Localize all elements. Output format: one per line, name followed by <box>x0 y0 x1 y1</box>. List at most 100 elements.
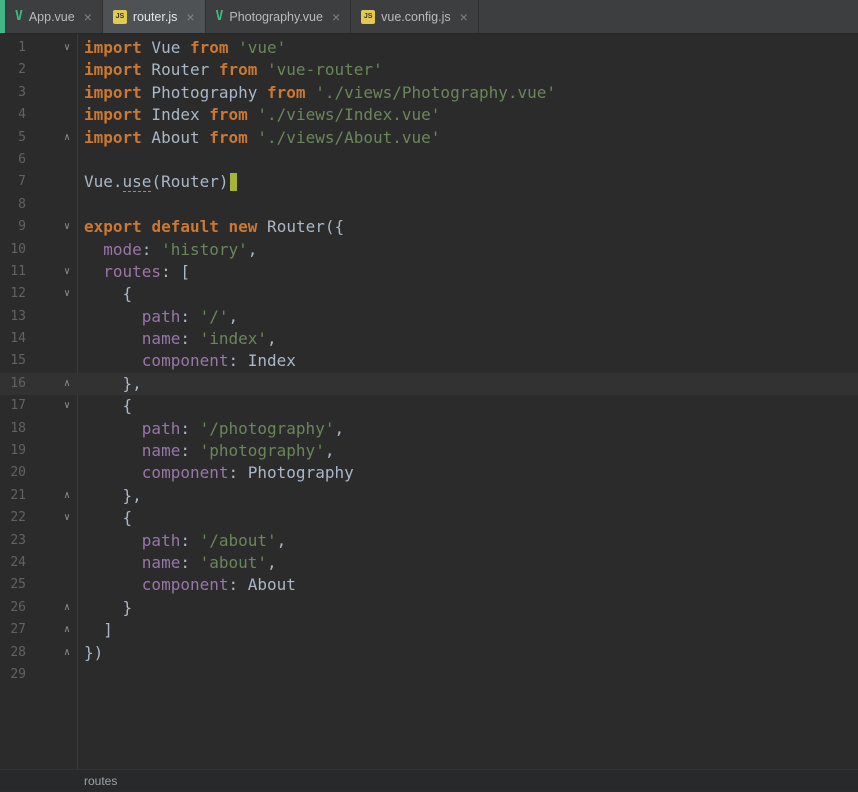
tab-photography-vue[interactable]: V Photography.vue × <box>206 0 352 33</box>
code-text: { <box>78 395 133 417</box>
fold-down-icon[interactable]: ∨ <box>61 43 73 53</box>
token: component <box>141 575 229 595</box>
fold-down-icon[interactable]: ∨ <box>61 222 73 232</box>
code-line[interactable]: 3 import Photography from './views/Photog… <box>0 82 858 104</box>
gutter-cell: 9 ∨ <box>0 216 78 238</box>
token: component <box>141 463 229 483</box>
gutter-cell: 7 <box>0 171 78 193</box>
tab-app-vue[interactable]: V App.vue × <box>5 0 103 33</box>
code-line[interactable]: 12 ∨ { <box>0 283 858 305</box>
code-line[interactable]: 13 path: '/', <box>0 306 858 328</box>
token: : Photography <box>228 463 354 483</box>
code-line[interactable]: 4 import Index from './views/Index.vue' <box>0 104 858 126</box>
code-line[interactable]: 11 ∨ routes: [ <box>0 261 858 283</box>
code-line[interactable]: 2 import Router from 'vue-router' <box>0 59 858 81</box>
code-line[interactable]: 24 name: 'about', <box>0 552 858 574</box>
token: import <box>84 60 142 80</box>
editor[interactable]: 1 ∨ import Vue from 'vue' 2 import Router fr… <box>0 34 858 769</box>
line-number: 28 <box>10 644 26 660</box>
code-line[interactable]: 18 path: '/photography', <box>0 418 858 440</box>
code-line[interactable]: 8 <box>0 194 858 216</box>
fold-up-icon[interactable]: ∧ <box>61 491 73 501</box>
code-line[interactable]: 17 ∨ { <box>0 395 858 417</box>
fold-down-icon[interactable]: ∨ <box>61 267 73 277</box>
line-number: 20 <box>10 465 26 481</box>
fold-up-icon[interactable]: ∧ <box>61 647 73 658</box>
code-line[interactable]: 1 ∨ import Vue from 'vue' <box>0 37 858 59</box>
token: import <box>84 105 142 125</box>
gutter-cell: 12 ∨ <box>0 283 78 305</box>
code-line[interactable]: 29 <box>0 664 858 686</box>
token: default <box>151 217 219 237</box>
token: , <box>334 418 345 438</box>
code-text: import Router from 'vue-router' <box>78 59 383 81</box>
line-number: 23 <box>10 532 26 548</box>
code-line[interactable]: 7 Vue.use(Router) <box>0 171 858 193</box>
breadcrumb-item[interactable]: routes <box>84 774 117 788</box>
vue-file-icon: V <box>215 9 224 24</box>
close-icon[interactable]: × <box>84 10 92 24</box>
code-line[interactable]: 23 path: '/about', <box>0 530 858 552</box>
tab-router-js[interactable]: JS router.js × <box>102 0 206 33</box>
fold-up-icon[interactable]: ∧ <box>61 625 73 635</box>
code-line[interactable]: 6 <box>0 149 858 171</box>
token: import <box>84 38 142 57</box>
token: }) <box>84 642 104 662</box>
token: , <box>228 306 239 326</box>
code-line[interactable]: 14 name: 'index', <box>0 328 858 350</box>
token: : [ <box>161 261 190 281</box>
line-number: 15 <box>10 353 26 369</box>
tab-label: App.vue <box>28 9 75 24</box>
line-number: 27 <box>10 622 26 638</box>
code-text: import Index from './views/Index.vue' <box>78 104 440 126</box>
gutter-cell: 16 ∧ <box>0 373 78 395</box>
token: : <box>180 329 200 349</box>
token: : <box>141 239 162 259</box>
line-number: 8 <box>18 196 26 212</box>
fold-up-icon[interactable]: ∧ <box>61 132 73 143</box>
token: 'photography' <box>199 441 325 461</box>
fold-up-icon[interactable]: ∧ <box>61 602 73 613</box>
token: 'vue' <box>238 38 287 57</box>
close-icon[interactable]: × <box>332 10 340 24</box>
js-file-icon: JS <box>361 9 376 24</box>
code-line[interactable]: 19 name: 'photography', <box>0 440 858 462</box>
code-line[interactable]: 21 ∧ }, <box>0 485 858 507</box>
code-line[interactable]: 20 component: Photography <box>0 462 858 484</box>
code-line[interactable]: 26 ∧ } <box>0 597 858 619</box>
token: { <box>84 508 133 528</box>
close-icon[interactable]: × <box>460 10 468 24</box>
tab-vue-config-js[interactable]: JS vue.config.js × <box>351 0 479 33</box>
line-number: 3 <box>18 84 26 100</box>
token: component <box>141 351 229 371</box>
code-line[interactable]: 9 ∨ export default new Router({ <box>0 216 858 238</box>
code-line[interactable]: 16 ∧ }, <box>0 372 858 396</box>
gutter-cell: 25 <box>0 574 78 596</box>
code-line[interactable]: 27 ∧ ] <box>0 619 858 641</box>
close-icon[interactable]: × <box>186 10 194 24</box>
code-line[interactable]: 22 ∨ { <box>0 507 858 529</box>
code-line[interactable]: 15 component: Index <box>0 350 858 372</box>
fold-down-icon[interactable]: ∨ <box>61 289 73 299</box>
code-text: { <box>78 283 133 305</box>
code-line[interactable]: 10 mode: 'history', <box>0 239 858 261</box>
gutter-cell: 18 <box>0 418 78 440</box>
token: 'history' <box>161 239 248 259</box>
fold-down-icon[interactable]: ∨ <box>61 513 73 523</box>
code-text: mode: 'history', <box>78 239 257 261</box>
fold-down-icon[interactable]: ∨ <box>61 401 73 411</box>
token: '/photography' <box>199 418 335 438</box>
code-line[interactable]: 5 ∧ import About from './views/About.vue' <box>0 127 858 149</box>
fold-up-icon[interactable]: ∧ <box>61 379 73 389</box>
code-line[interactable]: 28 ∧}) <box>0 642 858 664</box>
code-line[interactable]: 25 component: About <box>0 574 858 596</box>
gutter-cell: 28 ∧ <box>0 642 78 664</box>
